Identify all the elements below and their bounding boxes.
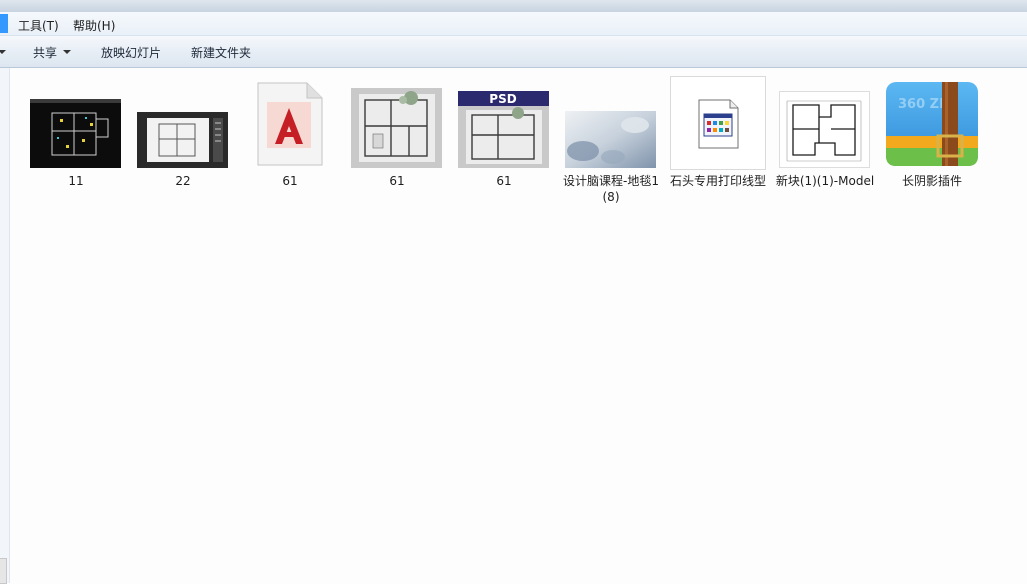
file-name: 61 (389, 174, 405, 188)
menu-bar: 工具(T) 帮助(H) (0, 12, 1027, 36)
chevron-down-icon[interactable] (0, 50, 6, 54)
file-name: 61 (496, 174, 512, 188)
share-button[interactable]: 共享 (33, 44, 57, 61)
file-name: 11 (68, 174, 84, 188)
file-name: 新块(1)(1)-Model (775, 174, 875, 188)
slideshow-button[interactable]: 放映幻灯片 (101, 44, 161, 61)
plot-style-file-icon (670, 76, 766, 170)
share-dropdown-chevron-down-icon[interactable] (63, 50, 71, 54)
command-toolbar: 共享 放映幻灯片 新建文件夹 (0, 36, 1027, 68)
file-name: 设计脑课程-地毯1 (8) (563, 174, 659, 204)
pane-scroll-handle[interactable] (0, 558, 7, 584)
navigation-pane-edge (0, 68, 10, 584)
file-name: 长阴影插件 (901, 174, 962, 188)
psd-file-icon: PSD (458, 91, 549, 168)
menu-help[interactable]: 帮助(H) (73, 17, 115, 34)
floorplan-image-icon (351, 88, 442, 168)
dwg-thumbnail-icon (30, 99, 121, 168)
file-name: 石头专用打印线型 (669, 174, 766, 188)
file-name: 22 (175, 174, 191, 188)
floorplan-image-icon (779, 91, 870, 168)
dwg-thumbnail-icon (137, 112, 228, 168)
zip-archive-icon: 360 ZIP (886, 82, 978, 166)
carpet-image-icon (565, 111, 656, 168)
new-folder-button[interactable]: 新建文件夹 (191, 44, 251, 61)
autocad-file-icon (257, 82, 323, 166)
psd-badge: PSD (489, 92, 516, 106)
file-name: 61 (282, 174, 298, 188)
menu-selection-indicator (0, 14, 8, 33)
window-title-strip (0, 0, 1027, 12)
menu-tools[interactable]: 工具(T) (18, 17, 59, 34)
